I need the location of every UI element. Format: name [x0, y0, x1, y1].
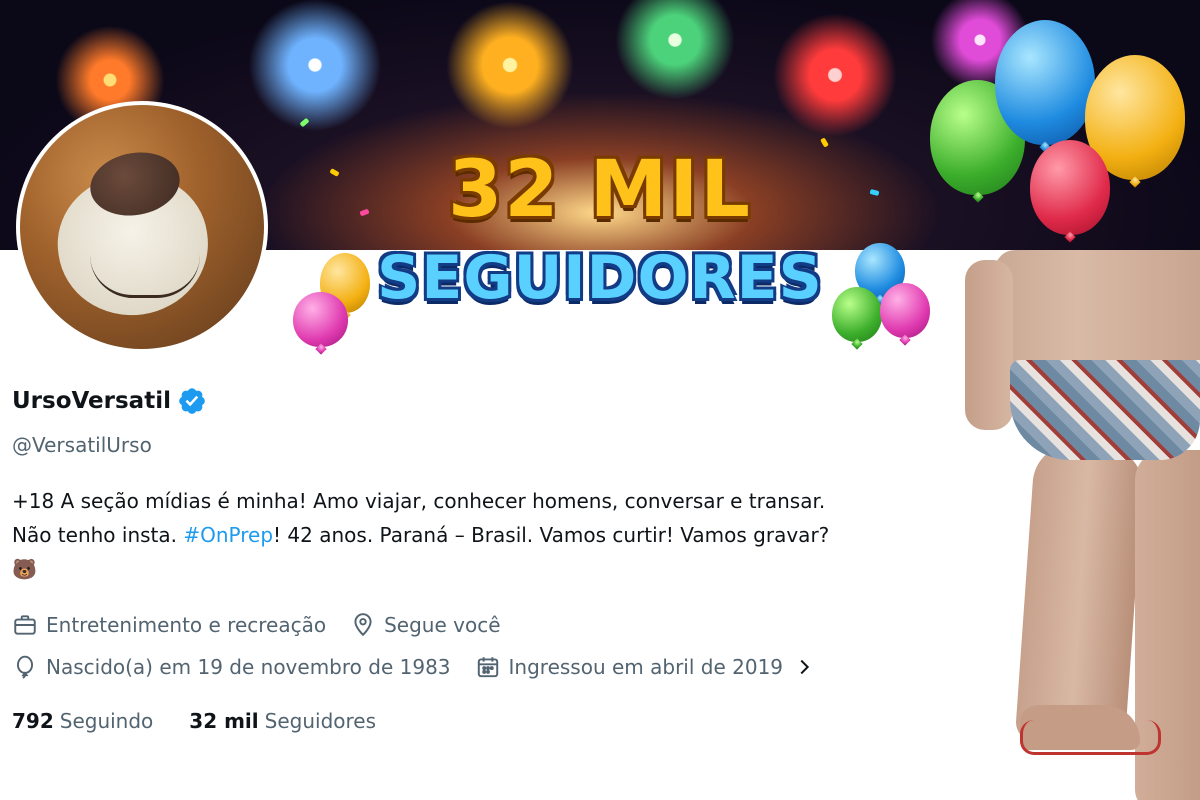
balloon-icon: [16, 655, 34, 679]
bio: +18 A seção mídias é minha! Amo viajar, …: [12, 484, 952, 586]
firework: [230, 0, 400, 150]
birthday-item: Nascido(a) em 19 de novembro de 1983: [12, 654, 451, 680]
avatar[interactable]: [16, 101, 268, 353]
photo-arm: [965, 260, 1013, 430]
chevron-right-icon[interactable]: [793, 656, 815, 678]
avatar-image: [20, 105, 264, 349]
profile-meta-row: Entretenimento e recreação Segue você: [12, 612, 525, 638]
photo-leg: [1014, 441, 1146, 749]
briefcase-icon: [14, 615, 36, 635]
follow-stats: 792 Seguindo 32 mil Seguidores: [12, 709, 376, 733]
followers-label: Seguidores: [264, 709, 377, 733]
birthday-label: Nascido(a) em 19 de novembro de 1983: [46, 655, 451, 679]
hashtag-link[interactable]: #OnPrep: [183, 523, 273, 547]
balloon: [832, 287, 882, 342]
follows-you-item: Segue você: [350, 612, 501, 638]
display-name: UrsoVersatil: [12, 388, 171, 414]
following-count: 792: [12, 709, 54, 733]
following-link[interactable]: 792 Seguindo: [12, 709, 153, 733]
category-label: Entretenimento e recreação: [46, 613, 327, 637]
following-label: Seguindo: [59, 709, 154, 733]
bio-text: Não tenho insta.: [12, 523, 184, 547]
balloon: [293, 292, 348, 347]
joined-label: Ingressou em abril de 2019: [508, 655, 784, 679]
location-pin-icon: [354, 613, 372, 637]
calendar-icon: [477, 657, 498, 678]
bio-line: +18 A seção mídias é minha! Amo viajar, …: [12, 489, 826, 513]
firework: [760, 0, 910, 150]
firework: [600, 0, 750, 110]
overlay-photo: [965, 250, 1200, 800]
follows-you-label: Segue você: [384, 613, 501, 637]
handle: @VersatilUrso: [12, 433, 152, 457]
category-item: Entretenimento e recreação: [12, 612, 326, 638]
photo-sandal: [1020, 720, 1161, 755]
bio-line: Não tenho insta. #OnPrep! 42 anos. Paran…: [12, 518, 952, 552]
followers-count: 32 mil: [189, 709, 259, 733]
verified-badge-icon[interactable]: [177, 386, 207, 416]
photo-briefs: [1010, 360, 1200, 460]
firework: [430, 0, 590, 140]
followers-link[interactable]: 32 mil Seguidores: [189, 709, 376, 733]
balloon: [995, 20, 1095, 145]
profile-meta-row: Nascido(a) em 19 de novembro de 1983 Ing…: [12, 654, 815, 680]
balloon: [880, 283, 930, 338]
bio-text: ! 42 anos. Paraná – Brasil. Vamos curtir…: [273, 523, 830, 547]
joined-item[interactable]: Ingressou em abril de 2019: [475, 654, 784, 680]
bear-emoji: 🐻: [12, 557, 37, 581]
name-row: UrsoVersatil: [12, 386, 207, 416]
